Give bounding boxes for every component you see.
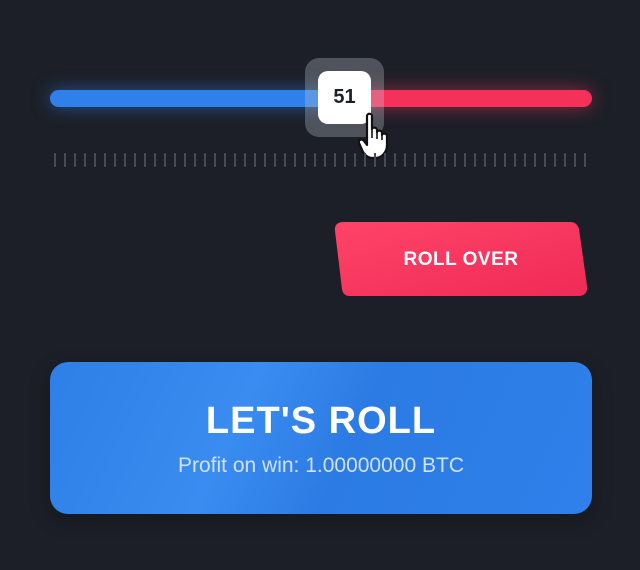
lets-roll-title: LET'S ROLL [205, 400, 437, 442]
roll-over-button[interactable]: ROLL OVER [334, 222, 588, 297]
slider-handle[interactable]: 51 [318, 71, 371, 124]
roll-over-label: ROLL OVER [403, 248, 519, 270]
profit-on-win-text: Profit on win: 1.00000000 BTC [177, 454, 464, 477]
slider-track-under[interactable] [50, 90, 344, 107]
roll-slider[interactable]: 51 [0, 0, 640, 190]
slider-value: 51 [333, 86, 356, 108]
lets-roll-button[interactable]: LET'S ROLL Profit on win: 1.00000000 BTC [50, 362, 592, 514]
slider-scale-ticks [54, 153, 590, 167]
